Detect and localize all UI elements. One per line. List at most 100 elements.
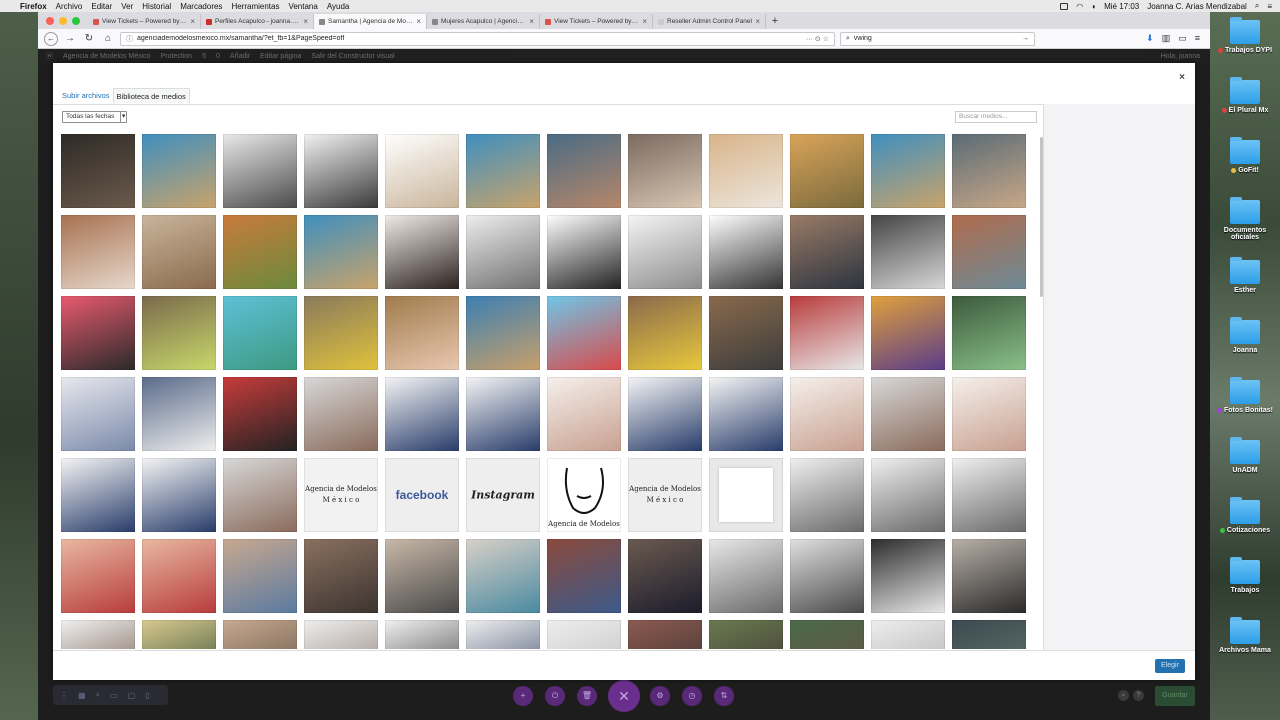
- desktop-view-icon[interactable]: ▭: [110, 691, 118, 700]
- media-thumbnail[interactable]: [628, 539, 702, 613]
- media-thumbnail[interactable]: [304, 377, 378, 451]
- media-thumbnail[interactable]: [466, 620, 540, 649]
- media-thumbnail[interactable]: [142, 134, 216, 208]
- menu-ventana[interactable]: Ventana: [288, 2, 317, 11]
- desktop-folder[interactable]: Trabajos: [1210, 557, 1280, 594]
- home-icon[interactable]: ⌂: [101, 32, 115, 46]
- media-thumbnail[interactable]: [709, 458, 783, 532]
- tab-close-icon[interactable]: ×: [642, 17, 647, 26]
- media-thumbnail[interactable]: [628, 215, 702, 289]
- media-thumbnail[interactable]: [223, 134, 297, 208]
- media-thumbnail[interactable]: [628, 134, 702, 208]
- portability-icon[interactable]: ⇅: [714, 686, 734, 706]
- menu-archivo[interactable]: Archivo: [56, 2, 83, 11]
- wp-updates[interactable]: 5: [202, 53, 206, 60]
- media-thumbnail[interactable]: [142, 296, 216, 370]
- history-icon[interactable]: ◷: [682, 686, 702, 706]
- media-thumbnail[interactable]: [304, 296, 378, 370]
- media-thumbnail[interactable]: [304, 134, 378, 208]
- tab-close-icon[interactable]: ×: [303, 17, 308, 26]
- desktop-folder[interactable]: El Plural Mx: [1210, 77, 1280, 114]
- close-builder-icon[interactable]: ✕: [608, 680, 640, 712]
- battery-icon[interactable]: [1060, 2, 1069, 10]
- zoom-icon[interactable]: ⌕: [96, 690, 100, 700]
- desktop-folder[interactable]: Esther: [1210, 257, 1280, 294]
- tab-close-icon[interactable]: ×: [755, 17, 760, 26]
- media-thumbnail[interactable]: [385, 620, 459, 649]
- media-thumbnail[interactable]: [952, 377, 1026, 451]
- wp-comments[interactable]: 0: [216, 53, 220, 60]
- media-thumbnail[interactable]: [790, 539, 864, 613]
- browser-tab[interactable]: Perfiles Acapulco - joanna.arias ×: [201, 14, 314, 29]
- media-thumbnail[interactable]: Agencia de Modelos M é x i c o: [304, 458, 378, 532]
- tablet-view-icon[interactable]: ▢: [128, 691, 136, 700]
- media-thumbnail[interactable]: [142, 215, 216, 289]
- media-thumbnail[interactable]: Agencia de Modelos: [547, 458, 621, 532]
- media-thumbnail[interactable]: [547, 215, 621, 289]
- choose-button[interactable]: Elegir: [1155, 659, 1185, 673]
- media-thumbnail[interactable]: [790, 377, 864, 451]
- new-tab-button[interactable]: +: [766, 14, 784, 29]
- media-thumbnail[interactable]: [790, 134, 864, 208]
- zoom-window-button[interactable]: [72, 16, 80, 25]
- media-thumbnail[interactable]: [304, 539, 378, 613]
- wp-protection[interactable]: Protection: [161, 53, 193, 60]
- media-thumbnail[interactable]: [871, 458, 945, 532]
- url-bar[interactable]: ⓘ agenciademodelosmexico.mx/samantha/?et…: [120, 31, 835, 46]
- tab-close-icon[interactable]: ×: [190, 17, 195, 26]
- media-thumbnail[interactable]: [61, 458, 135, 532]
- media-thumbnail[interactable]: [871, 620, 945, 649]
- media-thumbnail[interactable]: facebook: [385, 458, 459, 532]
- media-thumbnail[interactable]: [790, 458, 864, 532]
- browser-tab[interactable]: Samantha | Agencia de Modelos ×: [314, 14, 427, 29]
- desktop-folder[interactable]: Cotizaciones: [1210, 497, 1280, 534]
- wifi-icon[interactable]: ◠: [1076, 2, 1083, 11]
- wp-site-name[interactable]: Agencia de Modelos México: [63, 53, 151, 60]
- media-scrollbar[interactable]: [1040, 137, 1043, 297]
- search-bar[interactable]: ⌕ vwing →: [840, 31, 1035, 46]
- media-thumbnail[interactable]: [466, 134, 540, 208]
- media-thumbnail[interactable]: [952, 296, 1026, 370]
- media-thumbnail[interactable]: [142, 539, 216, 613]
- media-thumbnail[interactable]: [952, 215, 1026, 289]
- trash-icon[interactable]: 🗑: [577, 686, 597, 706]
- hamburger-menu-icon[interactable]: ≡: [1195, 33, 1200, 44]
- media-thumbnail[interactable]: [385, 296, 459, 370]
- close-window-button[interactable]: [46, 16, 54, 25]
- desktop-folder[interactable]: Joanna: [1210, 317, 1280, 354]
- media-thumbnail[interactable]: [628, 296, 702, 370]
- library-icon[interactable]: ▥: [1162, 33, 1171, 44]
- download-icon[interactable]: ⬇: [1146, 33, 1154, 44]
- search-input[interactable]: vwing: [854, 35, 1018, 42]
- media-thumbnail[interactable]: [385, 539, 459, 613]
- site-info-icon[interactable]: ⓘ: [126, 34, 133, 44]
- media-thumbnail[interactable]: [61, 134, 135, 208]
- desktop-folder[interactable]: Archivos Mama: [1210, 617, 1280, 654]
- tab-close-icon[interactable]: ×: [529, 17, 534, 26]
- media-thumbnail[interactable]: [547, 620, 621, 649]
- help-icon[interactable]: ?: [1133, 690, 1144, 701]
- media-thumbnail[interactable]: [466, 215, 540, 289]
- media-thumbnail[interactable]: [466, 539, 540, 613]
- reload-button[interactable]: ↻: [82, 32, 96, 46]
- media-thumbnail[interactable]: [61, 377, 135, 451]
- menu-dots-icon[interactable]: ⋮: [60, 691, 68, 700]
- wp-edit-page[interactable]: Editar página: [260, 53, 301, 60]
- media-thumbnail[interactable]: [709, 296, 783, 370]
- media-thumbnail[interactable]: [142, 458, 216, 532]
- media-thumbnail[interactable]: [628, 377, 702, 451]
- wp-add-new[interactable]: Añadir: [230, 53, 250, 60]
- desktop-folder[interactable]: Documentos oficiales: [1210, 197, 1280, 241]
- media-thumbnail[interactable]: [385, 134, 459, 208]
- wp-greeting[interactable]: Hola, joanna: [1161, 53, 1210, 60]
- user-name[interactable]: Joanna C. Arias Mendizabal: [1147, 2, 1247, 11]
- media-thumbnail[interactable]: [466, 296, 540, 370]
- media-thumbnail[interactable]: [547, 296, 621, 370]
- spotlight-icon[interactable]: ⌕: [1255, 1, 1259, 11]
- media-thumbnail[interactable]: [223, 539, 297, 613]
- desktop-folder[interactable]: GoFit!: [1210, 137, 1280, 174]
- tab-close-icon[interactable]: ×: [416, 17, 421, 26]
- media-thumbnail[interactable]: [790, 296, 864, 370]
- desktop-folder[interactable]: UnADM: [1210, 437, 1280, 474]
- media-thumbnail[interactable]: [952, 539, 1026, 613]
